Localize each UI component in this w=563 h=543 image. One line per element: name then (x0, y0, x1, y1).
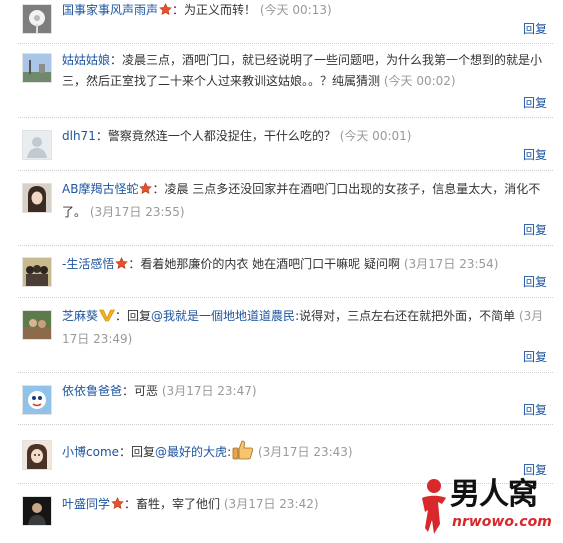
comment-separator: ： (115, 309, 128, 323)
avatar[interactable] (22, 440, 52, 470)
comment-separator: ： (110, 53, 123, 67)
vip-star-icon (115, 256, 129, 277)
comment-username[interactable]: 小博come (62, 445, 119, 459)
vip-star-icon (111, 496, 124, 517)
avatar[interactable] (22, 257, 52, 287)
avatar[interactable] (22, 183, 52, 213)
comment-separator: ： (128, 257, 141, 271)
comment-username[interactable]: 国事家事风声雨声 (62, 3, 158, 17)
comment-time: (今天 00:02) (383, 74, 456, 88)
comment-separator: ： (122, 384, 135, 398)
reply-button[interactable]: 回复 (523, 146, 547, 163)
reply-button[interactable]: 回复 (523, 348, 547, 365)
divider (18, 43, 553, 44)
comment-username[interactable]: -生活感悟 (62, 257, 114, 271)
comment-separator: ： (95, 129, 108, 143)
vip-star-icon (139, 181, 153, 202)
comment-username[interactable]: 芝麻葵 (62, 309, 98, 323)
comment-time: (3月17日 23:47) (161, 384, 257, 398)
watermark-logo: 男人窝 nrwowo.com (418, 476, 558, 538)
comment-text: :说得对，三点左右还在就把外面，不简单 (295, 309, 516, 323)
reply-prefix: 回复 (127, 309, 152, 323)
watermark-brand: 男人窝 (450, 477, 538, 512)
divider (18, 372, 553, 373)
reply-button[interactable]: 回复 (523, 273, 547, 290)
comment-username[interactable]: AB摩羯古怪蛇 (62, 182, 138, 196)
v-badge-icon (99, 308, 116, 329)
thumbs-up-icon (232, 440, 254, 467)
avatar[interactable] (22, 130, 52, 160)
avatar[interactable] (22, 496, 52, 526)
comment-time: (3月17日 23:43) (257, 445, 353, 459)
comment-username[interactable]: 姑姑姑娘 (62, 53, 110, 67)
comment-time: (今天 00:13) (259, 3, 332, 17)
comment-separator: ： (172, 3, 185, 17)
mention-link[interactable]: @我就是一個地地道道農民 (151, 309, 295, 323)
comment-username[interactable]: 依依鲁爸爸 (62, 384, 122, 398)
reply-prefix: 回复 (131, 445, 156, 459)
comment-text: 畜牲，宰了他们 (136, 497, 221, 511)
reply-button[interactable]: 回复 (523, 401, 547, 418)
comment-separator: ： (124, 497, 137, 511)
comment-text: : (227, 445, 232, 459)
vip-star-icon (159, 2, 172, 23)
comment-text: 看着她那廉价的内衣 她在酒吧门口干嘛呢 疑问啊 (140, 257, 400, 271)
divider (18, 117, 553, 118)
divider (18, 170, 553, 171)
comment-text: 警察竟然连一个人都没捉住，干什么吃的？ (107, 129, 336, 143)
reply-button[interactable]: 回复 (523, 221, 547, 238)
avatar[interactable] (22, 385, 52, 415)
divider (18, 424, 553, 425)
avatar[interactable] (22, 4, 52, 34)
comment-username[interactable]: dlh71 (62, 129, 96, 143)
comment-text: 为正义而转！ (184, 3, 257, 17)
comment-text: 可恶 (134, 384, 159, 398)
comment-username[interactable]: 叶盛同学 (62, 497, 110, 511)
comment-time: (3月17日 23:54) (403, 257, 499, 271)
watermark-url: nrwowo.com (452, 514, 552, 530)
avatar[interactable] (22, 310, 52, 340)
divider (18, 297, 553, 298)
mention-link[interactable]: @最好的大虎 (155, 445, 227, 459)
comment-separator: ： (152, 182, 165, 196)
comment-time: (3月17日 23:42) (223, 497, 319, 511)
reply-button[interactable]: 回复 (523, 94, 547, 111)
comment-time: (今天 00:01) (339, 129, 412, 143)
comment-time: (3月17日 23:55) (89, 205, 185, 219)
comment-separator: ： (119, 445, 132, 459)
comment-text: 凌晨三点，酒吧门口，就已经说明了一些问题吧，为什么我第一个想到的就是小三，然后正… (62, 53, 543, 88)
avatar[interactable] (22, 53, 52, 83)
divider (18, 245, 553, 246)
reply-button[interactable]: 回复 (523, 20, 547, 37)
